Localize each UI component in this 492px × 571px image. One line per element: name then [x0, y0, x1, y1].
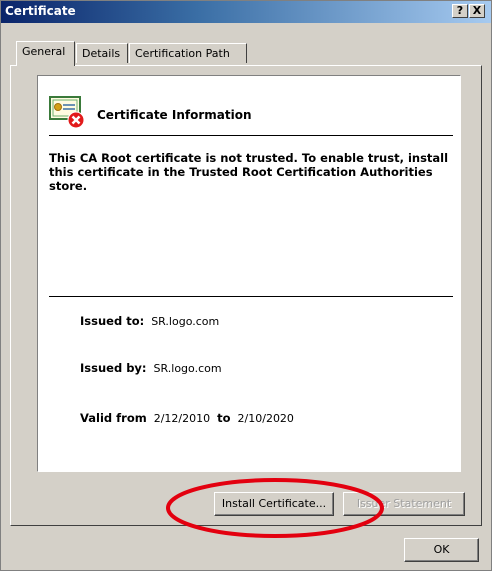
help-button[interactable]: ?: [452, 4, 468, 18]
issued-by-row: Issued by: SR.logo.com: [80, 361, 222, 375]
certificate-error-icon: [49, 96, 85, 129]
title-bar[interactable]: Certificate ? X: [1, 1, 491, 23]
certificate-info-heading: Certificate Information: [97, 108, 252, 122]
issued-by-value: SR.logo.com: [153, 362, 222, 375]
issued-to-row: Issued to: SR.logo.com: [80, 314, 219, 328]
tab-certification-path-label: Certification Path: [135, 47, 230, 60]
tab-details-label: Details: [82, 47, 121, 60]
heading-divider: [49, 135, 453, 136]
tab-certification-path[interactable]: Certification Path: [129, 43, 247, 63]
issued-by-label: Issued by:: [80, 361, 147, 375]
trust-warning-text: This CA Root certificate is not trusted.…: [49, 151, 449, 193]
issuer-statement-button[interactable]: Issuer Statement: [343, 492, 465, 516]
valid-to-value: 2/10/2020: [237, 412, 294, 425]
issued-to-value: SR.logo.com: [151, 315, 220, 328]
tab-general-label: General: [22, 45, 66, 58]
tab-general[interactable]: General: [16, 41, 75, 66]
install-certificate-button[interactable]: Install Certificate...: [214, 492, 334, 516]
valid-from-value: 2/12/2010: [153, 412, 211, 425]
valid-from-label: Valid from: [80, 411, 147, 425]
window-title: Certificate: [5, 4, 76, 18]
valid-to-label: to: [217, 411, 231, 425]
close-button[interactable]: X: [469, 4, 485, 18]
tab-details[interactable]: Details: [76, 43, 128, 63]
certificate-dialog: Certificate ? X General Details Certific…: [0, 0, 492, 571]
details-divider: [49, 296, 453, 297]
ok-button[interactable]: OK: [404, 538, 479, 562]
issued-to-label: Issued to:: [80, 314, 145, 328]
validity-row: Valid from 2/12/2010 to 2/10/2020: [80, 411, 294, 425]
